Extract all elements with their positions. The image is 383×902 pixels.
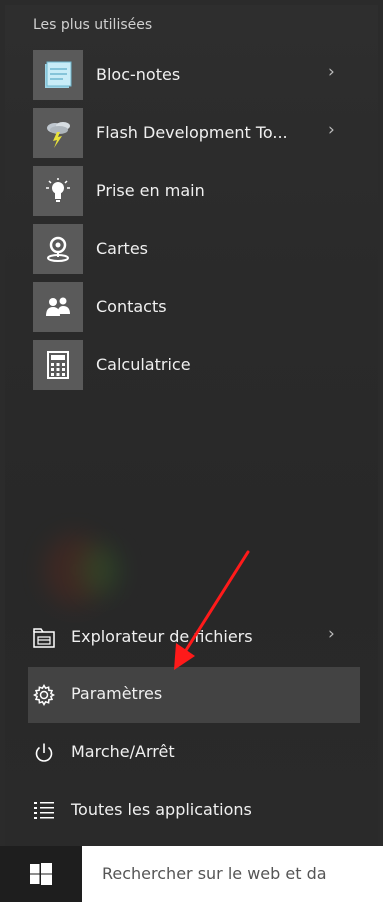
app-item-bloc-notes[interactable]: Bloc-notes ›: [0, 50, 383, 102]
settings-gear-icon: [32, 683, 56, 707]
power-label: Marche/Arrêt: [71, 742, 175, 761]
windows-logo-icon: [30, 863, 52, 885]
app-label: Bloc-notes: [96, 65, 181, 84]
notepad-icon: [33, 50, 83, 100]
all-apps-list-icon: [32, 799, 56, 823]
chevron-right-icon[interactable]: ›: [328, 120, 335, 140]
file-explorer-item[interactable]: Explorateur de fichiers ›: [28, 610, 360, 666]
app-label: Flash Development To...: [96, 123, 288, 142]
app-item-prise-en-main[interactable]: Prise en main: [0, 166, 383, 218]
settings-label: Paramètres: [71, 684, 163, 703]
app-item-cartes[interactable]: Cartes: [0, 224, 383, 276]
app-label: Prise en main: [96, 181, 205, 200]
app-item-contacts[interactable]: Contacts: [0, 282, 383, 334]
lightbulb-icon: [33, 166, 83, 216]
app-label: Cartes: [96, 239, 149, 258]
chevron-right-icon[interactable]: ›: [328, 624, 335, 644]
file-explorer-icon: [32, 626, 56, 650]
start-menu: Les plus utilisées Bloc-notes › Flash De…: [0, 0, 383, 846]
taskbar: Rechercher sur le web et da: [0, 846, 383, 902]
settings-item[interactable]: Paramètres: [28, 667, 360, 723]
power-item[interactable]: Marche/Arrêt: [28, 725, 360, 781]
all-apps-item[interactable]: Toutes les applications: [28, 783, 360, 839]
search-box[interactable]: Rechercher sur le web et da: [82, 846, 383, 902]
contacts-icon: [33, 282, 83, 332]
app-label: Calculatrice: [96, 355, 191, 374]
calculator-icon: [33, 340, 83, 390]
maps-icon: [33, 224, 83, 274]
flash-development-icon: [33, 108, 83, 158]
most-used-header: Les plus utilisées: [33, 17, 153, 33]
app-item-calculatrice[interactable]: Calculatrice: [0, 340, 383, 392]
file-explorer-label: Explorateur de fichiers: [71, 627, 253, 646]
app-item-flash-development[interactable]: Flash Development To... ›: [0, 108, 383, 160]
power-icon: [32, 741, 56, 765]
chevron-right-icon[interactable]: ›: [328, 62, 335, 82]
background-blur: [80, 545, 120, 595]
start-button[interactable]: [0, 846, 82, 902]
app-label: Contacts: [96, 297, 167, 316]
all-apps-label: Toutes les applications: [71, 800, 252, 819]
search-placeholder: Rechercher sur le web et da: [102, 864, 327, 883]
